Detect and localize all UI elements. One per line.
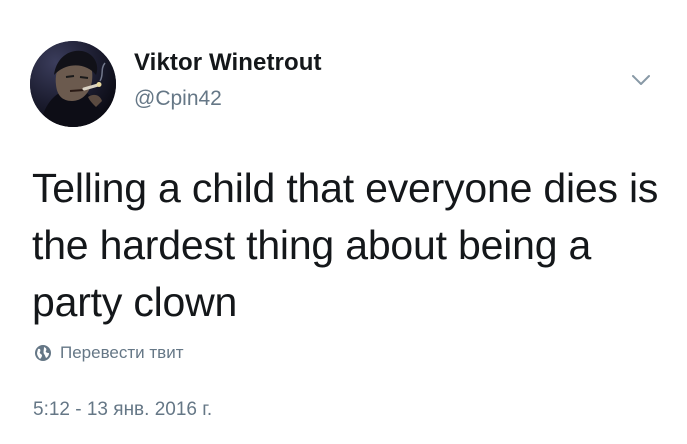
tweet-text: Telling a child that everyone dies is th… xyxy=(32,165,659,325)
translate-label: Перевести твит xyxy=(60,343,184,362)
tweet-card: Viktor Winetrout @Cpin42 Telling a child… xyxy=(0,0,687,444)
translate-tweet-link[interactable]: Перевести твит xyxy=(34,342,183,364)
display-name[interactable]: Viktor Winetrout xyxy=(134,49,322,77)
chevron-down-icon xyxy=(632,75,650,85)
avatar[interactable] xyxy=(30,41,116,127)
globe-icon xyxy=(35,345,51,361)
tweet-menu-button[interactable] xyxy=(627,69,655,93)
user-handle[interactable]: @Cpin42 xyxy=(134,87,222,111)
avatar-image xyxy=(30,41,116,127)
tweet-timestamp[interactable]: 5:12 - 13 янв. 2016 г. xyxy=(33,399,212,421)
